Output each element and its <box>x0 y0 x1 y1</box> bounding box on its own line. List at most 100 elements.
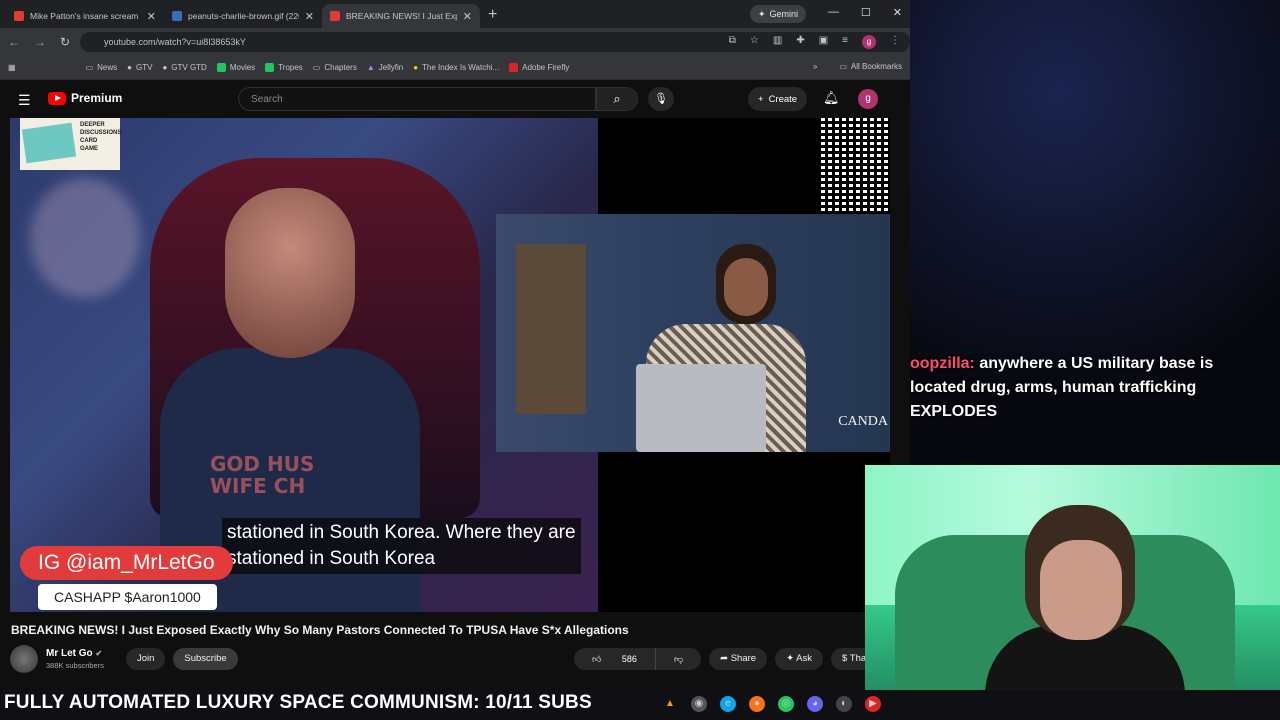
image-favicon-icon <box>172 11 182 21</box>
browser-window: Mike Patton's insane scream - Y ✕ peanut… <box>0 0 910 690</box>
trash-icon[interactable]: ▥ <box>773 35 782 49</box>
notifications-bell-icon[interactable]: 🔔︎ <box>823 90 840 106</box>
bookmark-label: Jellyfin <box>378 63 404 72</box>
dislike-button[interactable]: 👎︎ <box>654 648 701 670</box>
stream-chat-message: oopzilla: anywhere a US military base is… <box>910 352 1230 424</box>
share-icon: ➦ <box>720 653 729 664</box>
tab-peanuts-gif[interactable]: peanuts-charlie-brown.gif (220 ✕ <box>164 4 322 28</box>
account-avatar[interactable]: g <box>858 89 878 109</box>
tab-title: Mike Patton's insane scream - Y <box>30 11 141 21</box>
channel-avatar[interactable] <box>10 645 38 673</box>
youtube-favicon-icon <box>14 11 24 21</box>
firefox-icon[interactable]: ● <box>749 696 765 712</box>
gemini-button[interactable]: ✦ Gemini <box>749 5 806 23</box>
github-icon: ● <box>162 63 168 72</box>
bookmark-label: Tropes <box>278 63 303 72</box>
minimize-icon[interactable]: — <box>828 6 839 19</box>
bookmark-label: Chapters <box>324 63 357 72</box>
edge-icon[interactable]: e <box>720 696 736 712</box>
webcam-overlay <box>865 465 1280 720</box>
bookmark-movies[interactable]: Movies <box>216 63 256 72</box>
streamer-person <box>985 505 1185 720</box>
close-tab-icon[interactable]: ✕ <box>147 10 156 23</box>
media-icon[interactable]: ≡ <box>842 35 848 49</box>
tab-breaking-news[interactable]: BREAKING NEWS! I Just Expose ✕ <box>322 4 480 28</box>
join-button[interactable]: Join <box>125 648 166 670</box>
all-bookmarks-button[interactable]: » ▭ All Bookmarks <box>813 62 902 71</box>
browser-toolbar: ← → ↻ youtube.com/watch?v=ui8l38653kY ⧉ … <box>0 28 910 56</box>
bookmark-label: Adobe Firefly <box>522 63 570 72</box>
bookmark-star-icon[interactable]: ☆ <box>750 35 759 49</box>
youtube-play-icon <box>48 91 66 105</box>
subscriber-count: 388K subscribers <box>46 661 104 670</box>
bookmark-jellyfin[interactable]: ▲ Jellyfin <box>367 63 403 72</box>
bookmark-label: News <box>97 63 118 72</box>
create-button[interactable]: + Create <box>748 87 808 111</box>
thanks-icon: $ <box>842 653 848 664</box>
share-button[interactable]: ➦ Share <box>709 648 768 670</box>
search-icon: ⌕ <box>613 91 621 106</box>
discord-icon[interactable]: ◕ <box>807 696 823 712</box>
chevron-more-icon[interactable]: » <box>813 62 817 71</box>
logo-text: Premium <box>71 91 123 105</box>
waving-hand <box>30 178 140 298</box>
chrome-icon[interactable]: ◎ <box>778 696 794 712</box>
bookmark-tropes[interactable]: Tropes <box>265 63 303 72</box>
new-tab-icon[interactable]: + <box>488 6 497 24</box>
bookmark-index[interactable]: ● The Index Is Watchi... <box>413 63 499 72</box>
gemini-label: Gemini <box>769 9 798 19</box>
media-player-icon[interactable]: ▶ <box>865 696 881 712</box>
app-icon[interactable]: ◉ <box>691 696 707 712</box>
bookmark-firefly[interactable]: Adobe Firefly <box>509 63 569 72</box>
bookmark-chapters[interactable]: ▭ Chapters <box>313 63 357 72</box>
search-input[interactable]: Search <box>238 87 596 111</box>
subscribe-button[interactable]: Subscribe <box>173 648 238 670</box>
close-tab-icon[interactable]: ✕ <box>305 10 314 23</box>
tab-title: BREAKING NEWS! I Just Expose <box>346 11 457 21</box>
maximize-icon[interactable]: ☐ <box>861 6 871 19</box>
youtube-logo[interactable]: Premium <box>48 91 122 105</box>
streamer-face <box>1040 540 1122 640</box>
ask-button[interactable]: ✦ Ask <box>775 648 823 670</box>
caption-line: stationed in South Korea <box>227 548 436 569</box>
bookmark-news[interactable]: ▭ News <box>86 63 118 72</box>
bookmark-label: The Index Is Watchi... <box>422 63 500 72</box>
laptop <box>636 364 766 452</box>
like-count: 586 <box>621 654 637 664</box>
instagram-handle-banner: IG @iam_MrLetGo <box>20 546 233 580</box>
toolbar-icons: ⧉ ☆ ▥ ✚ ▣ ≡ g ⋮ <box>729 35 900 49</box>
bookmark-gtv-gtd[interactable]: ● GTV GTD <box>162 63 206 72</box>
warning-icon[interactable]: ▲ <box>662 696 678 712</box>
voice-search-button[interactable]: 🎙︎ <box>648 87 674 111</box>
obs-icon[interactable]: ◐ <box>836 696 852 712</box>
bookmark-label: Movies <box>229 63 256 72</box>
tab-mike-patton[interactable]: Mike Patton's insane scream - Y ✕ <box>6 4 164 28</box>
bookmark-gtv[interactable]: ● GTV <box>127 63 152 72</box>
pin-icon: ● <box>413 63 419 72</box>
hamburger-menu-icon[interactable]: ☰ <box>18 92 31 109</box>
split-view-icon[interactable]: ▣ <box>819 35 828 49</box>
install-icon[interactable]: ⧉ <box>729 35 736 49</box>
extensions-icon[interactable]: ✚ <box>796 35 804 49</box>
menu-icon[interactable]: ⋮ <box>890 35 900 49</box>
close-window-icon[interactable]: ✕ <box>893 6 902 19</box>
close-tab-icon[interactable]: ✕ <box>463 10 472 23</box>
like-button[interactable]: 👍︎ 586 <box>574 648 655 670</box>
taskbar-icons: ▲ ◉ e ● ◎ ◕ ◐ ▶ <box>662 696 881 712</box>
bookshelf <box>516 244 586 414</box>
folder-icon: ▭ <box>312 63 321 72</box>
all-bookmarks-label: All Bookmarks <box>850 62 902 71</box>
channel-name[interactable]: Mr Let Go ✔ <box>46 648 104 659</box>
apps-icon[interactable]: ▦ <box>8 63 16 72</box>
video-title: BREAKING NEWS! I Just Exposed Exactly Wh… <box>11 623 629 637</box>
movies-icon <box>216 63 226 72</box>
video-player[interactable]: GOD HUS WIFE CH DEEPER DISCUSSIONS CARD … <box>10 118 890 612</box>
reload-icon[interactable]: ↻ <box>60 35 70 49</box>
bookmark-label: GTV <box>135 63 153 72</box>
github-icon: ● <box>127 63 132 72</box>
back-icon[interactable]: ← <box>8 35 20 49</box>
profile-avatar[interactable]: g <box>862 35 876 49</box>
forward-icon[interactable]: → <box>34 35 46 49</box>
video-actions: 👍︎ 586 👎︎ ➦ Share ✦ Ask $ Thanks <box>574 648 892 670</box>
search-button[interactable]: ⌕ <box>596 87 638 111</box>
